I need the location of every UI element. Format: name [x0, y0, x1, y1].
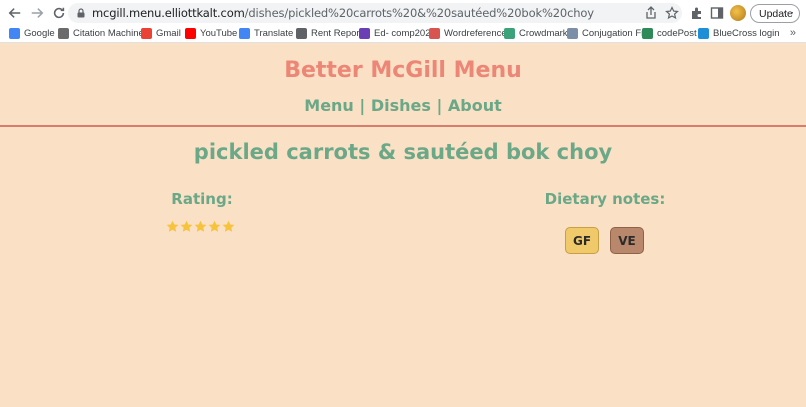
bookmark-label: BlueCross login	[713, 28, 780, 39]
bluecross-icon	[698, 28, 709, 39]
bookmark-label: Rent Report	[311, 28, 363, 39]
bookmarks-bar: Google Citation Machine Gmail YouTube Transl…	[0, 26, 806, 43]
url-path: /dishes/pickled%20carrots%20&%20sautéed%…	[244, 6, 594, 20]
nav-about-link[interactable]: About	[448, 96, 502, 115]
site-nav: Menu | Dishes | About	[0, 96, 806, 115]
nav-menu-link[interactable]: Menu	[304, 96, 354, 115]
arrow-right-icon	[31, 8, 44, 18]
bookmark-item[interactable]: Google	[9, 28, 55, 39]
browser-toolbar: mcgill.menu.elliottkalt.com/dishes/pickl…	[0, 0, 806, 26]
citation-machine-icon	[58, 28, 69, 39]
bookmark-label: Citation Machine	[73, 28, 144, 39]
bookmark-label: Conjugation Fr	[582, 28, 645, 39]
bookmark-item[interactable]: Conjugation Fr	[567, 28, 644, 39]
conjugation-icon	[567, 28, 578, 39]
nav-separator: |	[353, 96, 371, 115]
bookmark-label: codePost	[657, 28, 697, 39]
back-button[interactable]	[5, 3, 25, 23]
globe-icon	[296, 28, 307, 39]
extensions-icon[interactable]	[690, 6, 704, 20]
translate-icon	[239, 28, 250, 39]
url-domain: mcgill.menu.elliottkalt.com	[92, 6, 245, 20]
star-bookmark-icon[interactable]	[665, 6, 679, 20]
arrow-left-icon	[8, 8, 21, 18]
star-icon	[208, 220, 221, 232]
forward-button[interactable]	[27, 3, 47, 23]
bookmark-label: Ed- comp202	[374, 28, 431, 39]
bookmark-item[interactable]: codePost	[642, 28, 697, 39]
side-panel-icon[interactable]	[710, 6, 724, 20]
bookmark-label: Google	[24, 28, 55, 39]
profile-avatar[interactable]	[730, 5, 746, 21]
bookmark-label: Translate	[254, 28, 294, 39]
update-button[interactable]: Update ⋮	[750, 4, 800, 23]
star-icon	[180, 220, 193, 232]
ed-icon	[359, 28, 370, 39]
youtube-icon	[185, 28, 196, 39]
bookmark-item[interactable]: BlueCross login	[698, 28, 780, 39]
gmail-icon	[141, 28, 152, 39]
address-bar[interactable]: mcgill.menu.elliottkalt.com/dishes/pickl…	[68, 3, 682, 23]
rating-stars	[166, 220, 235, 233]
url-text: mcgill.menu.elliottkalt.com/dishes/pickl…	[92, 6, 594, 20]
crowdmark-icon	[504, 28, 515, 39]
rating-heading: Rating:	[171, 190, 233, 208]
dietary-notes-heading: Dietary notes:	[544, 190, 666, 208]
google-icon	[9, 28, 20, 39]
nav-dishes-link[interactable]: Dishes	[371, 96, 431, 115]
lock-icon	[77, 8, 85, 18]
more-vert-icon: ⋮	[782, 7, 794, 18]
bookmarks-overflow-icon[interactable]: »	[790, 27, 796, 39]
wordreference-icon	[429, 28, 440, 39]
star-icon	[166, 220, 179, 232]
bookmark-item[interactable]: YouTube	[185, 28, 237, 39]
bookmark-item[interactable]: Wordreference	[429, 28, 507, 39]
star-icon	[194, 220, 207, 232]
bookmark-item[interactable]: Crowdmark	[504, 28, 568, 39]
bookmark-item[interactable]: Ed- comp202	[359, 28, 431, 39]
dietary-tag-gf: GF	[565, 227, 599, 254]
star-icon	[222, 220, 235, 232]
bookmark-item[interactable]: Gmail	[141, 28, 181, 39]
nav-separator: |	[430, 96, 448, 115]
bookmark-label: YouTube	[200, 28, 238, 39]
dietary-tag-ve: VE	[610, 227, 644, 254]
bookmark-label: Crowdmark	[519, 28, 568, 39]
header-divider	[0, 125, 806, 127]
dish-title: pickled carrots & sautéed bok choy	[193, 140, 613, 164]
share-icon[interactable]	[644, 6, 658, 20]
bookmark-item[interactable]: Rent Report	[296, 28, 362, 39]
reload-icon	[53, 7, 65, 19]
site-title: Better McGill Menu	[284, 58, 522, 83]
bookmark-item[interactable]: Translate	[239, 28, 293, 39]
codepost-icon	[642, 28, 653, 39]
reload-button[interactable]	[49, 3, 69, 23]
bookmark-label: Gmail	[156, 28, 181, 39]
bookmark-item[interactable]: Citation Machine	[58, 28, 144, 39]
bookmark-label: Wordreference	[444, 28, 507, 39]
